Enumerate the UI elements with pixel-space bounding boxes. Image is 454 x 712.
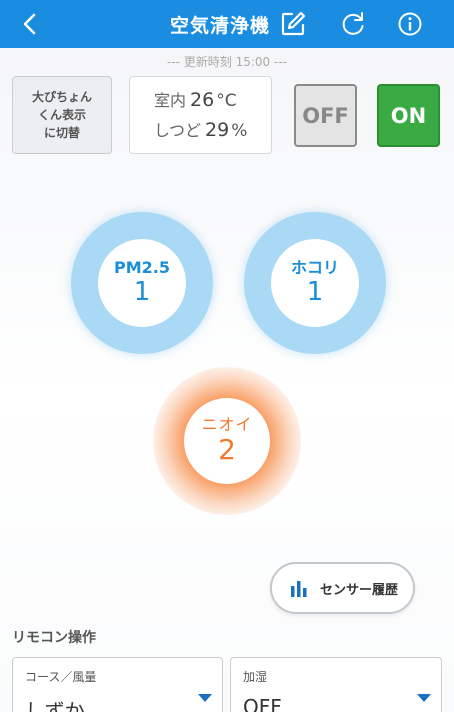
course-select[interactable]: コース／風量 しずか <box>12 657 223 712</box>
display-mode-toggle-button[interactable]: 大ぴちょん くん表示 に切替 <box>12 76 112 154</box>
environment-panel: 室内 26 °C しつど 29 % <box>129 76 272 154</box>
power-off-button[interactable]: OFF <box>294 84 357 147</box>
pm25-sensor-center: PM2.5 1 <box>98 239 186 327</box>
humidity-row: しつど 29 % <box>154 117 271 147</box>
remote-section-label: リモコン操作 <box>12 630 96 646</box>
course-select-label: コース／風量 <box>25 670 97 684</box>
dust-sensor-name: ホコリ <box>290 258 339 277</box>
bar-chart-icon <box>291 581 307 597</box>
toggle-label-line1: 大ぴちょん <box>31 90 92 104</box>
dropdown-arrow-icon <box>198 694 212 702</box>
course-select-value: しずか <box>25 699 85 712</box>
dropdown-arrow-icon <box>417 694 431 702</box>
humidify-select[interactable]: 加湿 OFF <box>230 657 442 712</box>
info-icon[interactable] <box>396 10 424 38</box>
temperature-unit: °C <box>216 91 237 111</box>
temperature-label: 室内 <box>154 91 187 110</box>
humidity-label: しつど <box>154 121 202 140</box>
app-header: 空気清浄機 <box>0 0 454 48</box>
humidify-select-value: OFF <box>243 695 282 712</box>
dust-sensor-center: ホコリ 1 <box>271 239 359 327</box>
odor-sensor-gauge: ニオイ 2 <box>153 367 301 515</box>
pm25-sensor-level: 1 <box>133 277 151 307</box>
toggle-label-line3: に切替 <box>43 126 80 140</box>
pm25-sensor-name: PM2.5 <box>114 258 170 277</box>
dust-sensor-gauge: ホコリ 1 <box>244 212 386 354</box>
sensor-history-button[interactable]: センサー履歴 <box>270 562 415 614</box>
temperature-row: 室内 26 °C <box>154 87 271 117</box>
page-title: 空気清浄機 <box>169 15 270 37</box>
power-on-button[interactable]: ON <box>377 84 440 147</box>
humidify-select-label: 加湿 <box>243 670 268 684</box>
sensor-history-label: センサー履歴 <box>320 582 399 598</box>
pm25-sensor-gauge: PM2.5 1 <box>71 212 213 354</box>
odor-sensor-level: 2 <box>218 433 236 466</box>
refresh-icon[interactable] <box>339 10 367 38</box>
temperature-value: 26 <box>190 89 215 111</box>
odor-sensor-center: ニオイ 2 <box>184 398 270 484</box>
humidity-value: 29 <box>205 119 230 141</box>
dust-sensor-level: 1 <box>306 277 324 307</box>
humidity-unit: % <box>231 121 248 141</box>
update-time: --- 更新時刻 15:00 --- <box>166 55 287 69</box>
odor-sensor-name: ニオイ <box>201 415 253 434</box>
edit-icon[interactable] <box>279 10 307 38</box>
toggle-label-line2: くん表示 <box>37 108 86 122</box>
